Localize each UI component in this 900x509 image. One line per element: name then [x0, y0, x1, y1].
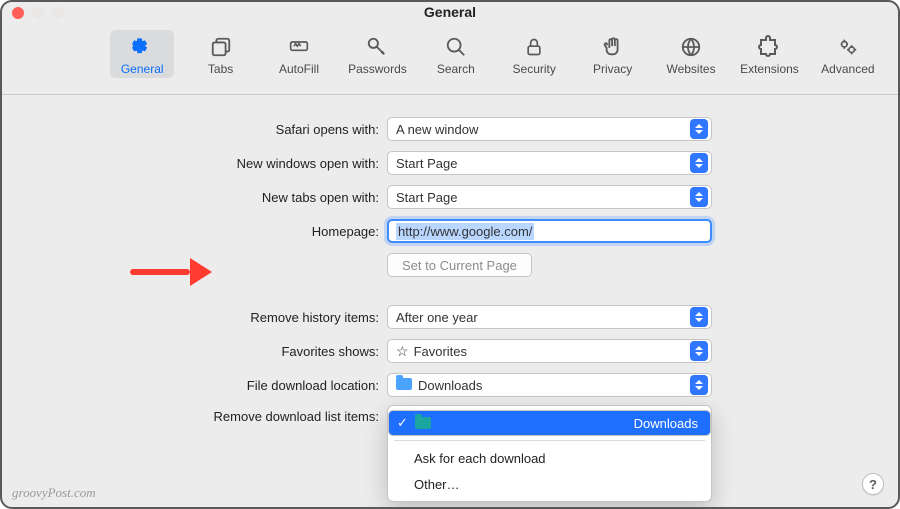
tab-extensions[interactable]: Extensions [737, 30, 801, 78]
remove-download-label: Remove download list items: [42, 405, 387, 424]
gears-icon [835, 34, 861, 60]
tab-label: Tabs [208, 62, 233, 76]
favorites-select[interactable]: ☆ Favorites [387, 339, 712, 363]
tab-search[interactable]: Search [424, 30, 488, 78]
puzzle-icon [756, 34, 782, 60]
select-value: Start Page [396, 156, 457, 171]
tab-label: Privacy [593, 62, 632, 76]
menu-item-label: Ask for each download [414, 451, 546, 466]
tab-autofill[interactable]: AutoFill [267, 30, 331, 78]
tab-label: Search [437, 62, 475, 76]
download-location-menu: ✓ Downloads Ask for each download Other… [387, 405, 712, 502]
tab-label: AutoFill [279, 62, 319, 76]
lock-icon [521, 34, 547, 60]
favorites-label: Favorites shows: [42, 344, 387, 359]
star-icon: ☆ [396, 343, 409, 359]
chevron-updown-icon [690, 119, 708, 139]
window-title: General [2, 4, 898, 20]
chevron-updown-icon [690, 153, 708, 173]
menu-item-label: Other… [414, 477, 460, 492]
select-value: After one year [396, 310, 478, 325]
menu-item-other[interactable]: Other… [388, 471, 711, 497]
titlebar: General [2, 2, 898, 24]
remove-history-select[interactable]: After one year [387, 305, 712, 329]
chevron-updown-icon [690, 187, 708, 207]
pencil-icon [286, 34, 312, 60]
check-icon: ✓ [397, 415, 408, 431]
chevron-updown-icon [690, 307, 708, 327]
folder-icon [396, 378, 412, 390]
homepage-input[interactable]: http://www.google.com/ [387, 219, 712, 243]
tab-advanced[interactable]: Advanced [816, 30, 880, 78]
tab-tabs[interactable]: Tabs [188, 30, 252, 78]
help-button[interactable]: ? [862, 473, 884, 495]
button-label: Set to Current Page [402, 258, 517, 273]
tab-label: Security [513, 62, 556, 76]
tab-label: Extensions [740, 62, 799, 76]
new-tabs-select[interactable]: Start Page [387, 185, 712, 209]
chevron-updown-icon [690, 375, 708, 395]
gear-icon [129, 34, 155, 60]
toolbar: General Tabs AutoFill Passwords Search S… [2, 24, 898, 95]
hand-icon [600, 34, 626, 60]
tab-general[interactable]: General [110, 30, 174, 78]
tab-label: Passwords [348, 62, 407, 76]
select-value: Favorites [414, 344, 467, 359]
help-label: ? [869, 477, 877, 492]
menu-item-downloads[interactable]: ✓ Downloads [388, 410, 711, 436]
download-location-label: File download location: [42, 378, 387, 393]
opens-with-select[interactable]: A new window [387, 117, 712, 141]
annotation-arrow [130, 258, 212, 286]
folder-icon [415, 417, 431, 429]
tab-security[interactable]: Security [502, 30, 566, 78]
homepage-label: Homepage: [42, 224, 387, 239]
tab-label: Websites [666, 62, 715, 76]
tabs-icon [208, 34, 234, 60]
new-tabs-label: New tabs open with: [42, 190, 387, 205]
opens-with-label: Safari opens with: [42, 122, 387, 137]
remove-history-label: Remove history items: [42, 310, 387, 325]
select-value: Downloads [418, 378, 482, 393]
attribution-text: groovyPost.com [12, 485, 96, 501]
globe-icon [678, 34, 704, 60]
set-current-page-button[interactable]: Set to Current Page [387, 253, 532, 277]
new-windows-select[interactable]: Start Page [387, 151, 712, 175]
search-icon [443, 34, 469, 60]
select-value: A new window [396, 122, 478, 137]
menu-separator [394, 440, 705, 441]
tab-websites[interactable]: Websites [659, 30, 723, 78]
input-value: http://www.google.com/ [396, 223, 534, 240]
new-windows-label: New windows open with: [42, 156, 387, 171]
tab-privacy[interactable]: Privacy [580, 30, 644, 78]
key-icon [364, 34, 390, 60]
download-location-select[interactable]: Downloads [387, 373, 712, 397]
tab-label: Advanced [821, 62, 874, 76]
menu-item-label: Downloads [634, 416, 698, 431]
chevron-updown-icon [690, 341, 708, 361]
menu-item-ask[interactable]: Ask for each download [388, 445, 711, 471]
tab-passwords[interactable]: Passwords [345, 30, 409, 78]
select-value: Start Page [396, 190, 457, 205]
preferences-window: General General Tabs AutoFill Passwords … [0, 0, 900, 509]
tab-label: General [121, 62, 164, 76]
